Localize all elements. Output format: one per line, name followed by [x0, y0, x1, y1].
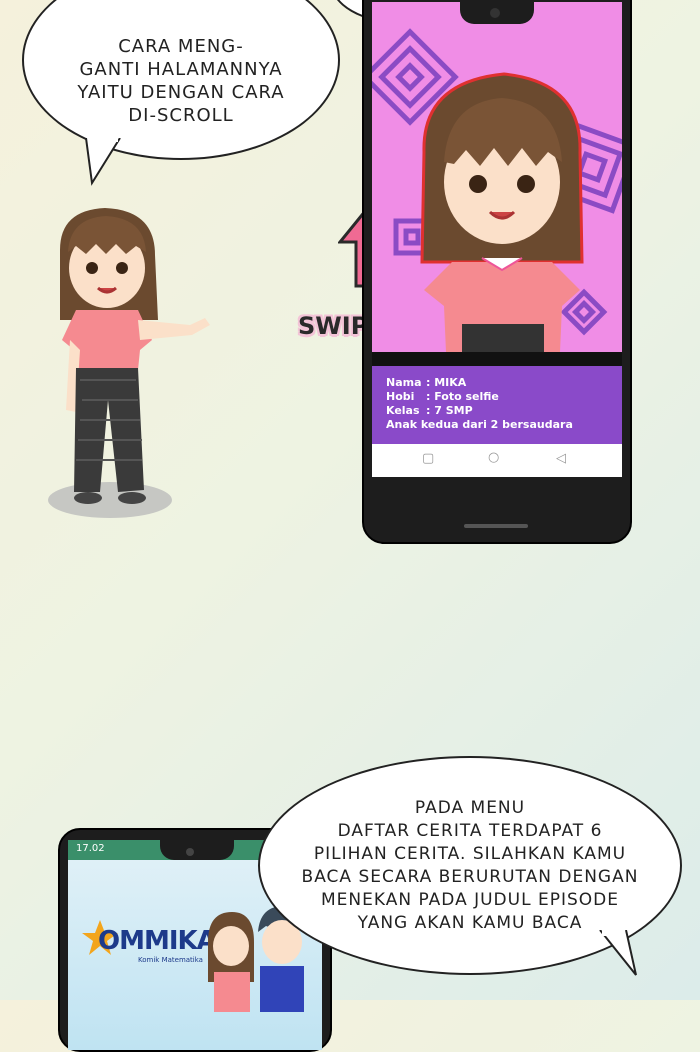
- status-time: 17.02: [76, 843, 105, 854]
- bubble-bottom-line-4: BACA SECARA BERURUTAN DENGAN: [301, 866, 639, 887]
- phone-top-screen: Nama : MIKA Hobi : Foto selfie Kelas : 7…: [372, 2, 622, 477]
- profile-value: : MIKA: [426, 376, 467, 389]
- speech-bubble-bottom-tail: [599, 930, 637, 976]
- profile-divider: [372, 352, 622, 366]
- android-nav-bar: ▢ ○ ◁: [372, 444, 622, 477]
- bubble-bottom-line-1: PADA MENU: [414, 797, 526, 818]
- bubble-bottom-line-2: DAFTAR CERITA TERDAPAT 6: [337, 820, 603, 841]
- bubble-top-line-4: DI-SCROLL: [128, 105, 234, 126]
- bubble-top-line-3: YAITU DENGAN CARA: [77, 82, 285, 103]
- profile-row-hobby: Hobi : Foto selfie: [386, 390, 622, 404]
- profile-panel: Nama : MIKA Hobi : Foto selfie Kelas : 7…: [372, 366, 622, 444]
- girl-character-illustration: [48, 208, 210, 518]
- phone-notch: [160, 830, 234, 860]
- profile-value: : 7 SMP: [426, 404, 473, 417]
- bubble-bottom-line-5: MENEKAN PADA JUDUL EPISODE: [321, 889, 619, 910]
- speech-bubble-top: CARA MENG- GANTI HALAMANNYA YAITU DENGAN…: [22, 0, 340, 160]
- camera-icon: [186, 848, 194, 856]
- app-logo-subtitle: Komik Matematika: [138, 956, 203, 964]
- camera-icon: [490, 8, 500, 18]
- back-icon[interactable]: ◁: [556, 451, 566, 466]
- profile-row-name: Nama : MIKA: [386, 376, 622, 390]
- bubble-bottom-line-3: PILIHAN CERITA. SILAHKAN KAMU: [313, 843, 627, 864]
- profile-key: Nama: [386, 376, 422, 389]
- app-logo-text: OMMIKA: [98, 926, 217, 956]
- home-icon[interactable]: ○: [488, 450, 499, 465]
- phone-speaker-bottom: [464, 524, 528, 528]
- profile-row-class: Kelas : 7 SMP: [386, 404, 622, 418]
- profile-note: Anak kedua dari 2 bersaudara: [386, 418, 573, 431]
- bubble-top-line-2: GANTI HALAMANNYA: [79, 59, 283, 80]
- profile-key: Hobi: [386, 390, 415, 403]
- profile-value: : Foto selfie: [426, 390, 499, 403]
- bubble-bottom-line-6: YANG AKAN KAMU BACA: [357, 912, 583, 933]
- profile-key: Kelas: [386, 404, 420, 417]
- bubble-top-line-1: CARA MENG-: [118, 36, 244, 57]
- speech-bubble-top-tail: [85, 138, 121, 186]
- phone-top: Nama : MIKA Hobi : Foto selfie Kelas : 7…: [362, 0, 632, 544]
- mika-character-portrait: [420, 72, 584, 352]
- recent-apps-icon[interactable]: ▢: [422, 451, 434, 466]
